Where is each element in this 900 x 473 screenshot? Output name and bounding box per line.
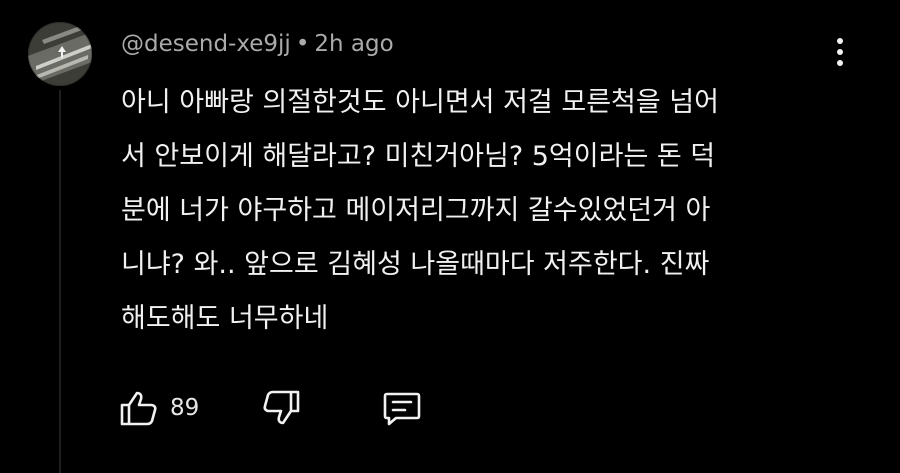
reply-button[interactable] [378, 384, 426, 432]
comment-meta: @desend-xe9jj • 2h ago [121, 28, 394, 60]
thread-line [59, 90, 61, 473]
like-count: 89 [170, 395, 200, 421]
comment-time[interactable]: 2h ago [314, 31, 393, 57]
comment-reply-icon [383, 392, 421, 426]
comment-text: 아니 아빠랑 의절한것도 아니면서 저걸 모른척을 넘어 서 안보이게 해달라고… [121, 87, 719, 334]
thumbs-down-icon [263, 390, 300, 425]
avatar-image [28, 22, 92, 86]
like-button[interactable]: 89 [116, 384, 216, 432]
avatar[interactable] [28, 22, 92, 86]
thumbs-up-icon [120, 391, 157, 426]
comment-item: @desend-xe9jj • 2h ago 아니 아빠랑 의절한것도 아니면서 저… [0, 0, 900, 473]
author-name[interactable]: @desend-xe9jj [121, 31, 291, 57]
dislike-button[interactable] [256, 384, 304, 432]
comment-menu-button[interactable] [826, 34, 854, 70]
meta-separator: • [295, 31, 310, 57]
more-vert-icon [837, 38, 843, 66]
